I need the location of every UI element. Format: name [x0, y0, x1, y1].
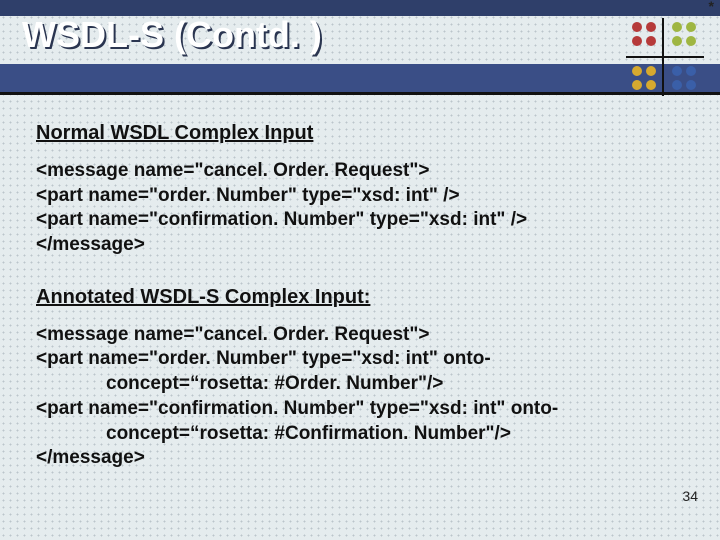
- dot-red: [632, 22, 642, 32]
- section1-heading: Normal WSDL Complex Input: [36, 122, 684, 145]
- dot-yellow: [646, 80, 656, 90]
- code-line: <part name="confirmation. Number" type="…: [36, 208, 684, 233]
- dot-blue: [672, 80, 682, 90]
- dot-green: [672, 22, 682, 32]
- slide: WSDL-S (Contd. ) * Normal WSDL Complex I…: [0, 0, 720, 540]
- dot-yellow: [632, 66, 642, 76]
- decoration-horizontal-line: [626, 56, 704, 58]
- code-line: <message name="cancel. Order. Request">: [36, 323, 684, 348]
- code-line: </message>: [36, 446, 684, 471]
- section1-code: <message name="cancel. Order. Request"> …: [36, 159, 684, 258]
- code-line: <part name="order. Number" type="xsd: in…: [36, 184, 684, 209]
- code-line-continuation: concept=“rosetta: #Order. Number"/>: [36, 372, 684, 397]
- asterisk-mark: *: [709, 0, 714, 14]
- dot-yellow: [646, 66, 656, 76]
- header-bar-mid: [0, 64, 720, 92]
- dot-green: [672, 36, 682, 46]
- code-line-main: <part name="confirmation. Number" type="…: [36, 398, 558, 419]
- dot-green: [686, 36, 696, 46]
- section2-code: <message name="cancel. Order. Request"> …: [36, 323, 684, 471]
- code-line: <message name="cancel. Order. Request">: [36, 159, 684, 184]
- slide-body: Normal WSDL Complex Input <message name=…: [36, 110, 684, 520]
- corner-decoration: [626, 18, 704, 96]
- section2-heading: Annotated WSDL-S Complex Input:: [36, 286, 684, 309]
- code-line: <part name="order. Number" type="xsd: in…: [36, 347, 684, 396]
- dot-blue: [672, 66, 682, 76]
- dot-red: [632, 36, 642, 46]
- code-line: </message>: [36, 233, 684, 258]
- code-line-continuation: concept=“rosetta: #Confirmation. Number"…: [36, 422, 684, 447]
- dot-blue: [686, 66, 696, 76]
- slide-title: WSDL-S (Contd. ): [22, 14, 322, 56]
- dot-green: [686, 22, 696, 32]
- slide-header: WSDL-S (Contd. ): [0, 0, 720, 100]
- code-line-main: <part name="order. Number" type="xsd: in…: [36, 348, 491, 369]
- dot-red: [646, 36, 656, 46]
- page-number: 34: [682, 488, 698, 504]
- dot-blue: [686, 80, 696, 90]
- header-rule: [0, 92, 720, 95]
- code-line: <part name="confirmation. Number" type="…: [36, 397, 684, 446]
- dot-yellow: [632, 80, 642, 90]
- dot-red: [646, 22, 656, 32]
